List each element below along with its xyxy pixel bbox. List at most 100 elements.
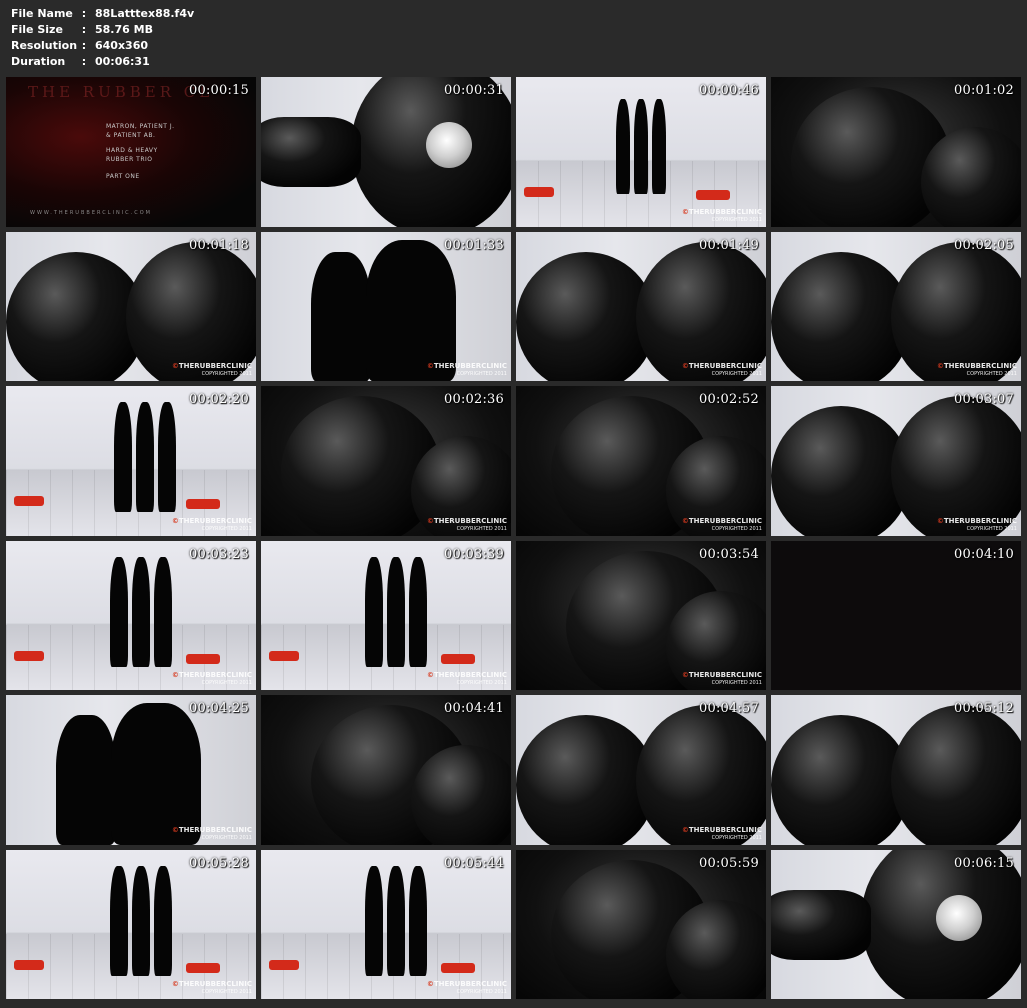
title-card-text: RUBBER TRIO [106,156,153,163]
thumbnail-timestamp: 00:04:10 [954,546,1014,562]
figure-shape [158,402,176,512]
figure-shape [261,117,361,187]
duration-value: 00:06:31 [95,55,150,68]
thumbnail-frame-image [771,77,1021,227]
figure-shape [56,715,116,845]
mask-lens [426,122,472,168]
figure-shape [891,396,1021,536]
watermark: ©THERUBBERCLINIC COPYRIGHTED 2011 [172,362,252,378]
figure-shape [365,865,383,976]
thumbnail: 00:02:20 ©THERUBBERCLINIC COPYRIGHTED 2011 [6,386,256,536]
separator: : [81,55,87,68]
watermark-copyright: COPYRIGHTED 2011 [966,371,1017,377]
thumbnail: 00:03:39 ©THERUBBERCLINIC COPYRIGHTED 2011 [261,540,511,690]
watermark-brand: THERUBBERCLINIC [943,516,1017,525]
title-card-text: & PATIENT AB. [106,132,156,139]
thumbnail-frame-image [771,849,1021,999]
file-size-value: 58.76 MB [95,23,153,36]
copyright-symbol: © [426,671,434,679]
watermark-brand: THERUBBERCLINIC [433,671,507,679]
file-name-row: File Name : 88Latttex88.f4v [11,6,194,22]
copyright-symbol: © [171,362,179,370]
figure-shape [409,556,427,667]
thumbnail-frame-image [261,77,511,227]
figure-shape [616,99,630,194]
figure-shape [771,715,911,845]
file-name-label: File Name [11,7,73,20]
thumbnail-timestamp: 00:00:31 [444,83,504,98]
watermark-brand: THERUBBERCLINIC [178,825,252,834]
title-card-text: PART ONE [106,173,140,180]
figure-shape [652,99,666,194]
figure-shape [154,865,172,976]
watermark: ©THERUBBERCLINIC COPYRIGHTED 2011 [427,362,507,378]
watermark-copyright: COPYRIGHTED 2011 [711,525,762,532]
thumbnail: 00:03:54 ©THERUBBERCLINIC COPYRIGHTED 2011 [516,540,766,690]
file-size-label: File Size [11,23,63,36]
figure-shape [132,556,150,667]
figure-shape [114,402,132,512]
file-info-panel: File Name : 88Latttex88.f4v File Size : … [11,6,194,70]
figure-shape [110,865,128,976]
title-card-heading: THE RUBBER CL [28,83,214,101]
thumbnail-frame-image [771,540,1021,690]
thumbnail-timestamp: 00:01:02 [954,83,1014,98]
watermark-copyright: COPYRIGHTED 2011 [966,525,1017,532]
thumbnail-timestamp: 00:02:52 [699,392,759,407]
title-card-url: WWW.THERUBBERCLINIC.COM [30,210,152,216]
figure-shape [891,705,1021,845]
red-cushion [524,187,554,197]
figure-shape [771,251,911,381]
file-name-value: 88Latttex88.f4v [95,7,195,20]
copyright-symbol: © [936,362,944,370]
thumbnail: 00:01:02 [771,77,1021,227]
red-cushion [441,962,475,973]
thumbnail: 00:02:05 ©THERUBBERCLINIC COPYRIGHTED 2011 [771,231,1021,381]
figure-shape [132,865,150,976]
thumbnail-timestamp: 00:01:49 [699,237,759,253]
watermark-copyright: COPYRIGHTED 2011 [201,525,252,532]
thumbnail-frame-image [6,386,256,536]
duration-label: Duration [11,55,66,68]
thumbnail: 00:05:12 [771,695,1021,845]
figure-shape [365,556,383,667]
thumbnail-timestamp: 00:04:25 [189,701,249,716]
watermark: ©THERUBBERCLINIC COPYRIGHTED 2011 [172,980,252,996]
watermark: ©THERUBBERCLINIC COPYRIGHTED 2011 [682,362,762,378]
red-cushion [14,650,44,661]
figure-shape [110,556,128,667]
thumbnail-timestamp: 00:05:44 [444,855,504,871]
watermark-brand: THERUBBERCLINIC [178,671,252,679]
figure-shape [516,715,656,845]
copyright-symbol: © [171,825,179,834]
watermark-brand: THERUBBERCLINIC [688,516,762,525]
thumbnail-frame-image [261,540,511,690]
red-cushion [186,962,220,973]
separator: : [81,7,87,20]
thumbnail-frame-image [6,231,256,381]
watermark: ©THERUBBERCLINIC COPYRIGHTED 2011 [172,671,252,687]
red-cushion [14,959,44,970]
thumbnail: 00:01:49 ©THERUBBERCLINIC COPYRIGHTED 2011 [516,231,766,381]
red-cushion [186,499,220,509]
thumbnail-timestamp: 00:00:46 [699,83,759,98]
file-size-row: File Size : 58.76 MB [11,22,194,38]
watermark: ©THERUBBERCLINIC COPYRIGHTED 2011 [682,671,762,687]
figure-shape [634,99,648,194]
figure-shape [516,251,656,381]
thumbnail-timestamp: 00:03:23 [189,546,249,562]
title-card-text: HARD & HEAVY [106,147,158,154]
watermark: ©THERUBBERCLINIC COPYRIGHTED 2011 [172,517,252,533]
thumbnail-frame-image [261,695,511,845]
watermark-copyright: COPYRIGHTED 2011 [201,371,252,377]
thumbnail: THE RUBBER CL MATRON, PATIENT J. & PATIENT… [6,77,256,227]
thumbnail-frame-image [771,231,1021,381]
duration-row: Duration : 00:06:31 [11,54,194,70]
red-cushion [14,496,44,506]
thumbnail-frame-image [6,849,256,999]
red-cushion [269,650,299,661]
watermark-brand: THERUBBERCLINIC [433,516,507,525]
watermark: ©THERUBBERCLINIC COPYRIGHTED 2011 [427,980,507,996]
copyright-symbol: © [681,516,689,525]
thumbnail: 00:04:25 ©THERUBBERCLINIC COPYRIGHTED 2011 [6,695,256,845]
